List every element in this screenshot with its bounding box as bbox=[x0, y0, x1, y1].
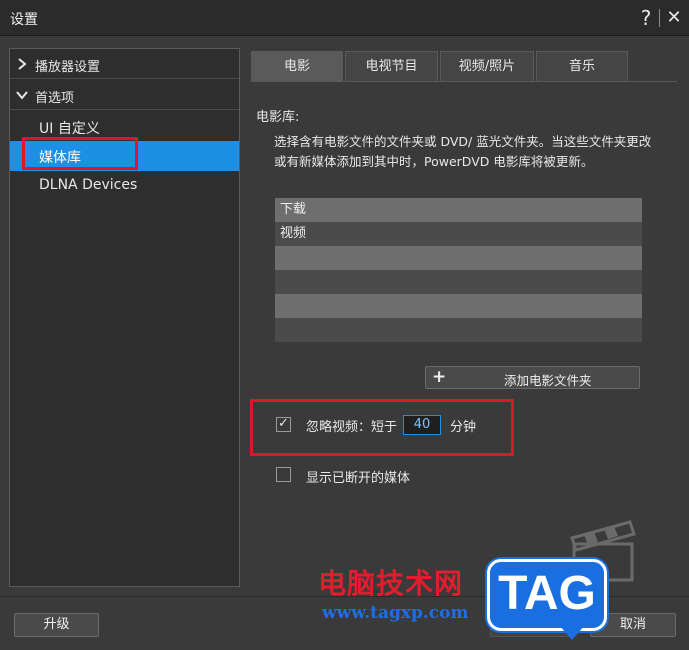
sidebar-item-label: UI 自定义 bbox=[39, 121, 100, 137]
folder-list-item bbox=[275, 318, 642, 342]
sidebar-item-label: DLNA Devices bbox=[39, 177, 138, 193]
movie-library-label: 电影库: bbox=[256, 110, 300, 125]
folder-list-item[interactable]: 视频 bbox=[275, 222, 642, 246]
tab-videos-photos[interactable]: 视频/照片 bbox=[440, 51, 534, 81]
sidebar-group-preferences[interactable]: 首选项 bbox=[10, 80, 239, 110]
folder-list[interactable]: 下载 视频 bbox=[275, 198, 642, 342]
folder-list-item[interactable]: 下载 bbox=[275, 198, 642, 222]
close-button[interactable]: ✕ bbox=[664, 6, 684, 30]
upgrade-button[interactable]: 升级 bbox=[14, 613, 99, 637]
watermark-url: www.tagxp.com bbox=[322, 603, 469, 623]
show-disconnected-label: 显示已断开的媒体 bbox=[306, 471, 411, 486]
tag-logo-text: TAG bbox=[498, 567, 596, 620]
settings-sidebar: 播放器设置 首选项 UI 自定义 媒体库 DLNA Devices bbox=[9, 48, 240, 587]
sidebar-item-dlna-devices[interactable]: DLNA Devices bbox=[10, 171, 239, 201]
chevron-down-icon bbox=[16, 91, 28, 100]
add-movie-folder-label: 添加电影文件夹 bbox=[504, 373, 592, 388]
sidebar-group-label: 播放器设置 bbox=[35, 60, 101, 75]
tab-tv-shows[interactable]: 电视节目 bbox=[345, 51, 438, 81]
highlight-box-media-library bbox=[22, 137, 138, 170]
window-title: 设置 bbox=[10, 12, 38, 28]
sidebar-group-player-settings[interactable]: 播放器设置 bbox=[10, 49, 239, 79]
tab-movies[interactable]: 电影 bbox=[251, 51, 343, 81]
title-separator bbox=[659, 9, 660, 27]
highlight-box-ignore-option bbox=[250, 399, 514, 456]
folder-list-item bbox=[275, 270, 642, 294]
folder-list-item bbox=[275, 246, 642, 270]
tag-logo-tail bbox=[560, 626, 584, 640]
add-movie-folder-button[interactable]: + 添加电影文件夹 bbox=[425, 366, 640, 389]
sidebar-group-label: 首选项 bbox=[35, 91, 75, 106]
chevron-right-icon bbox=[18, 58, 27, 70]
plus-icon: + bbox=[432, 367, 447, 387]
folder-list-item bbox=[275, 294, 642, 318]
movie-library-description: 选择含有电影文件的文件夹或 DVD/ 蓝光文件夹。当这些文件夹更改或有新媒体添加… bbox=[274, 134, 652, 169]
watermark-site-name: 电脑技术网 bbox=[318, 567, 464, 600]
title-bar: 设置 ? ✕ bbox=[0, 0, 689, 36]
show-disconnected-checkbox[interactable] bbox=[276, 467, 291, 482]
tab-divider bbox=[251, 81, 677, 82]
tab-music[interactable]: 音乐 bbox=[536, 51, 628, 81]
help-button[interactable]: ? bbox=[636, 6, 656, 30]
tag-logo: TAG bbox=[487, 559, 607, 631]
